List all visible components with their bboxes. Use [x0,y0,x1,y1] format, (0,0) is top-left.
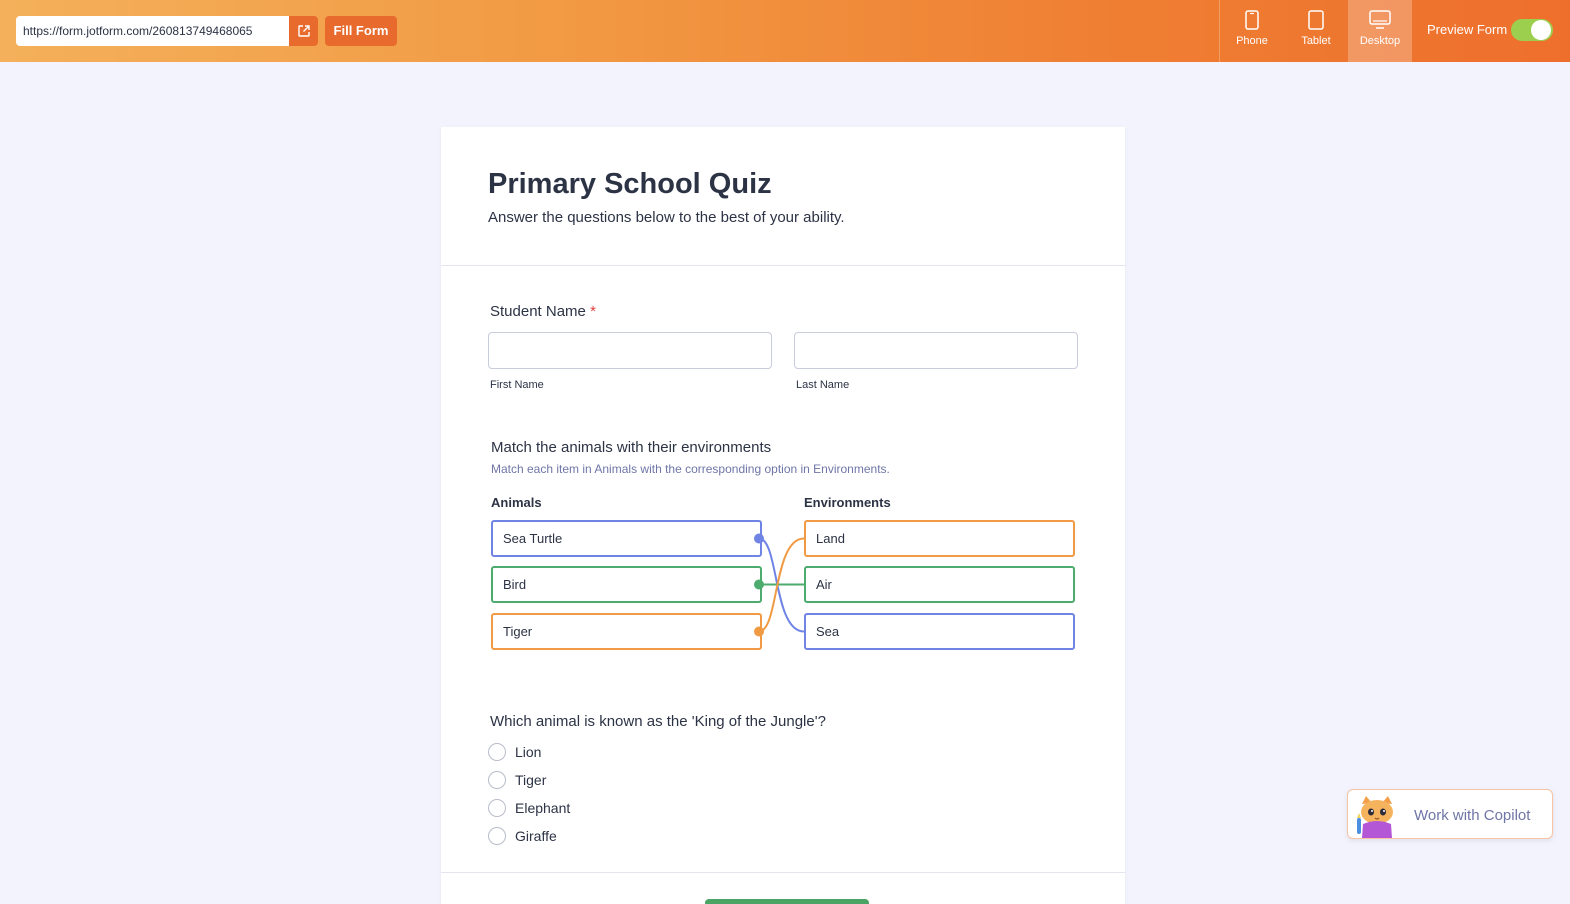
top-bar: https://form.jotform.com/260813749468065… [0,0,1570,62]
first-name-sublabel: First Name [490,379,544,391]
king-question-label: Which animal is known as the 'King of th… [490,713,826,730]
student-name-text: Student Name [490,303,586,320]
preview-form-toggle[interactable] [1511,19,1553,41]
copilot-cat-avatar-icon [1357,796,1393,838]
preview-form-label: Preview Form [1427,22,1508,37]
matching-description: Match each item in Animals with the corr… [491,462,890,476]
required-mark: * [590,303,596,320]
tab-tablet-label: Tablet [1301,35,1331,47]
radio-lion[interactable] [488,743,506,761]
tab-phone-label: Phone [1236,35,1268,47]
animals-header: Animals [491,495,542,510]
matching-question-label: Match the animals with their environment… [491,439,772,456]
tablet-icon [1308,10,1324,30]
submit-button[interactable] [705,899,869,904]
external-link-icon [297,25,310,37]
animal-item-tiger[interactable]: Tiger [491,613,762,650]
option-tiger[interactable]: Tiger [488,771,546,789]
last-name-input[interactable] [794,332,1078,369]
radio-tiger[interactable] [488,771,506,789]
option-giraffe-label: Giraffe [515,828,557,844]
form-subtitle: Answer the questions below to the best o… [488,209,845,226]
form-title: Primary School Quiz [488,168,772,200]
fill-form-button[interactable]: Fill Form [325,16,397,46]
option-tiger-label: Tiger [515,772,547,788]
device-tabs: Phone Tablet Desktop [1219,0,1412,62]
open-link-button[interactable] [289,16,318,46]
environments-header: Environments [804,495,891,510]
copilot-button[interactable]: Work with Copilot [1347,789,1553,839]
environment-item-land[interactable]: Land [804,520,1075,557]
tab-desktop-label: Desktop [1359,35,1401,47]
toggle-knob [1531,20,1551,40]
connector-dot-bird[interactable] [754,579,764,590]
last-name-sublabel: Last Name [796,379,850,391]
environment-item-sea[interactable]: Sea [804,613,1075,650]
radio-giraffe[interactable] [488,827,506,845]
option-elephant-label: Elephant [515,800,571,816]
animal-item-sea-turtle[interactable]: Sea Turtle [491,520,762,557]
connector-dot-sea-turtle[interactable] [754,533,764,544]
option-lion-label: Lion [515,744,542,760]
environment-item-air[interactable]: Air [804,566,1075,603]
student-name-label: Student Name * [490,303,596,320]
desktop-icon [1369,10,1391,29]
option-lion[interactable]: Lion [488,743,541,761]
connector-dot-tiger[interactable] [754,626,764,637]
tab-desktop[interactable]: Desktop [1348,0,1412,62]
form-header: Primary School Quiz Answer the questions… [441,127,1125,266]
option-elephant[interactable]: Elephant [488,799,570,817]
tab-phone[interactable]: Phone [1220,0,1284,62]
phone-icon [1245,10,1259,30]
tab-tablet[interactable]: Tablet [1284,0,1348,62]
first-name-input[interactable] [488,332,772,369]
copilot-label: Work with Copilot [1414,807,1531,824]
option-giraffe[interactable]: Giraffe [488,827,557,845]
form-footer-divider [441,872,1125,873]
radio-elephant[interactable] [488,799,506,817]
form-card: Primary School Quiz Answer the questions… [441,127,1125,904]
animal-item-bird[interactable]: Bird [491,566,762,603]
form-url-field[interactable]: https://form.jotform.com/260813749468065 [16,16,289,46]
matching-connectors [754,533,805,637]
